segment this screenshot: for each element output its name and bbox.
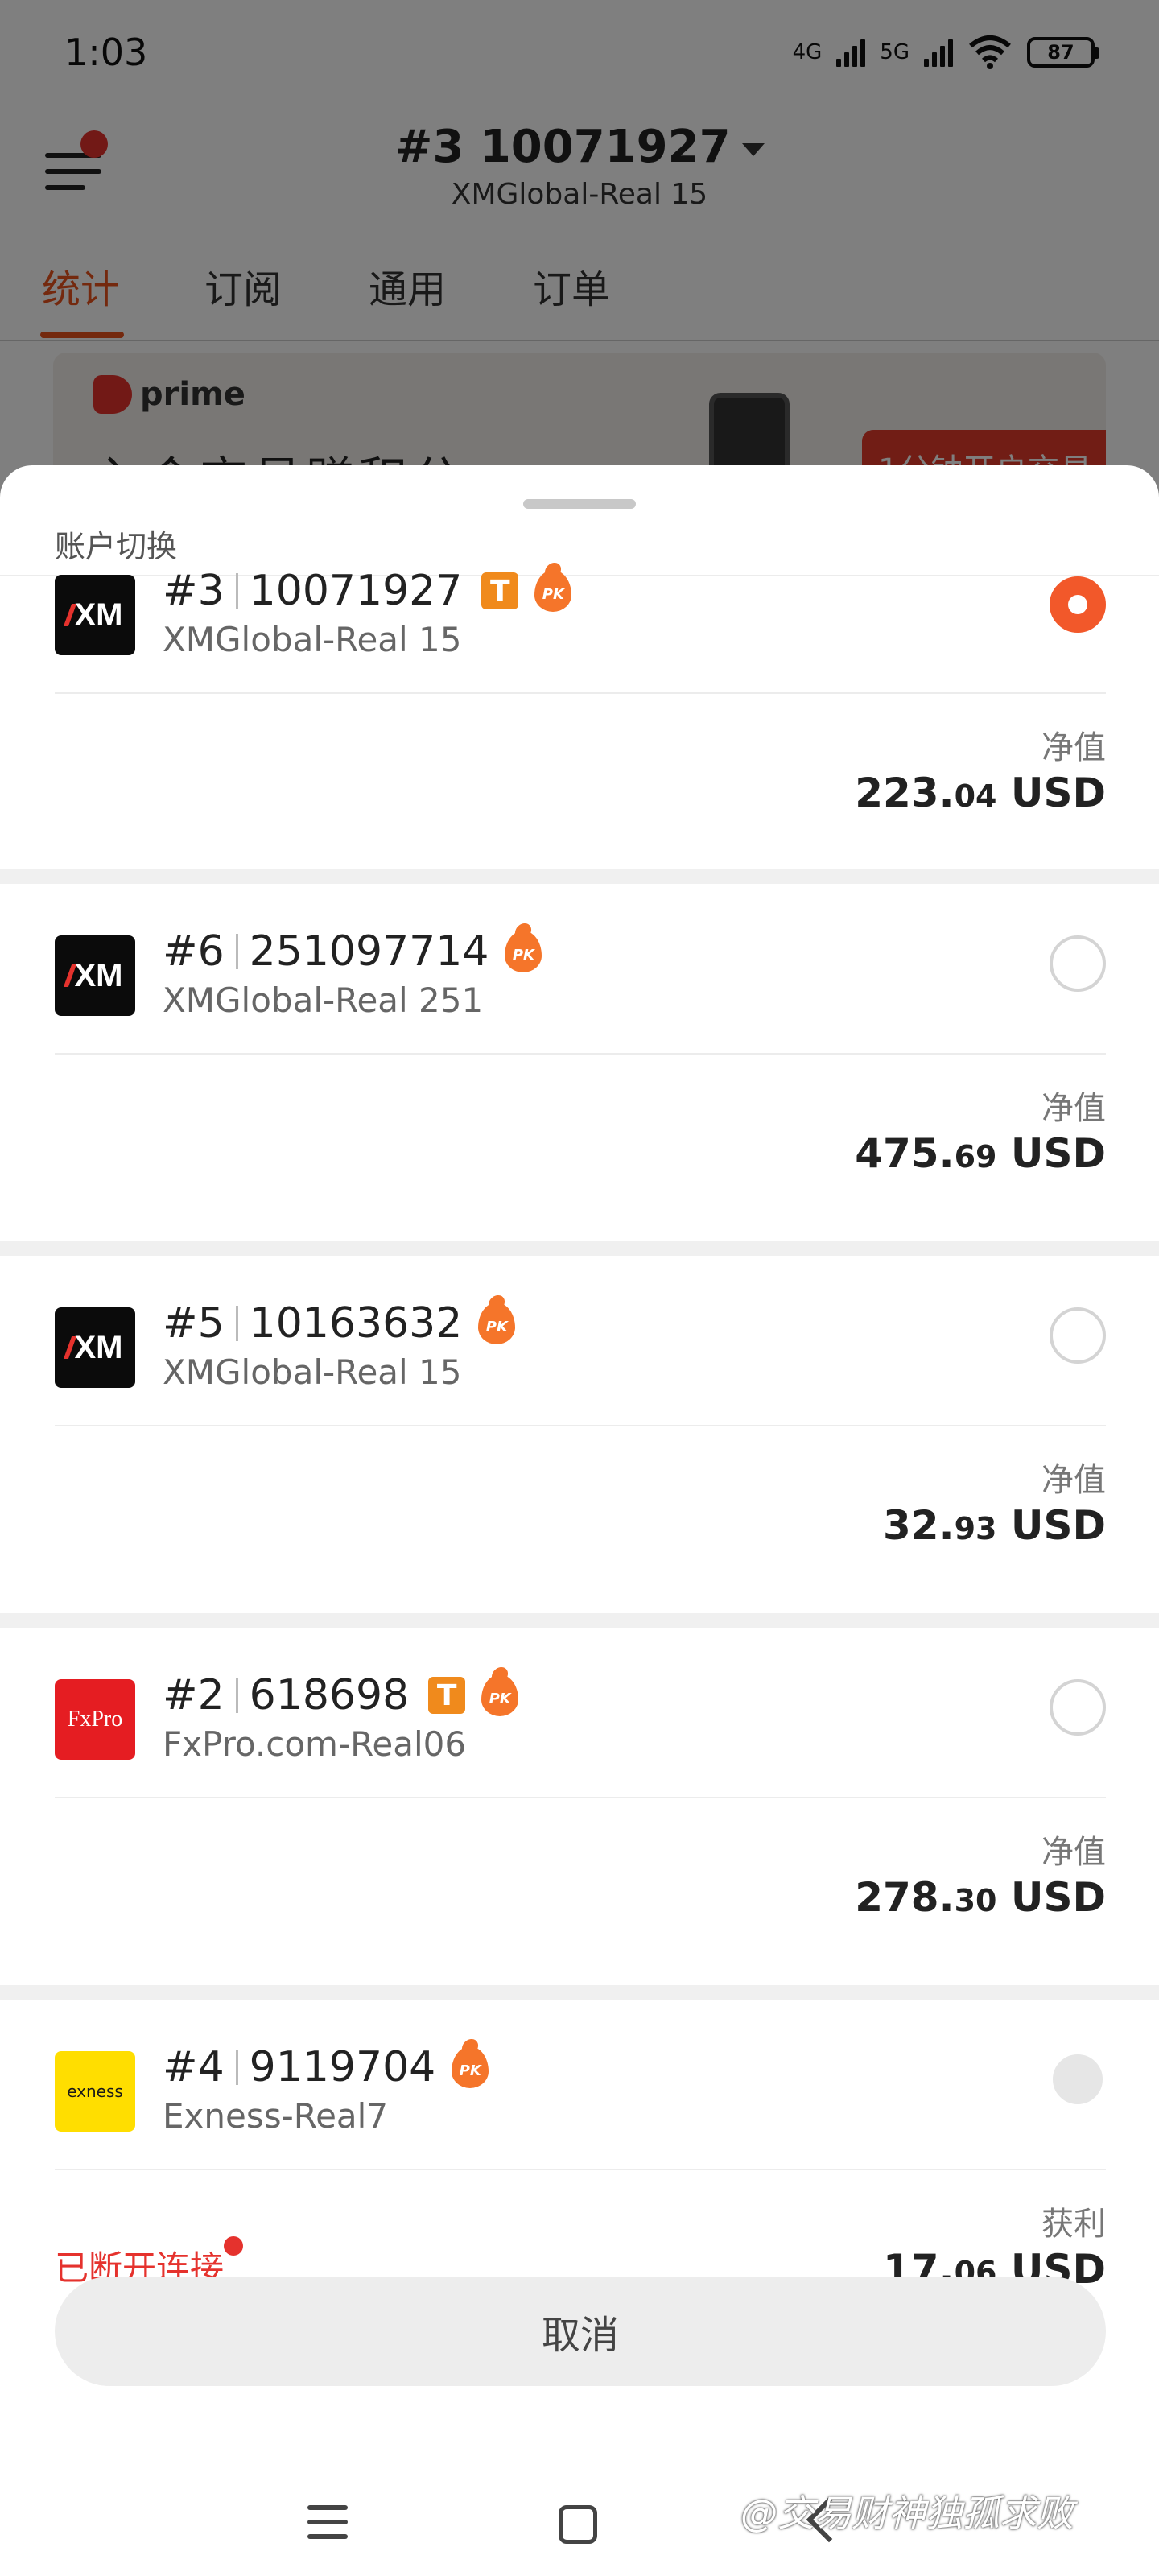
equity-value: 32.93 USD bbox=[883, 1502, 1106, 1549]
fxpro-logo-icon: FxPro bbox=[55, 1679, 135, 1760]
equity-value: 278.30 USD bbox=[855, 1874, 1106, 1921]
pk-flame-icon: PK bbox=[452, 2046, 489, 2088]
pk-flame-icon: PK bbox=[505, 931, 542, 972]
equity-label: 获利 bbox=[1041, 2206, 1106, 2243]
t-badge-icon: T bbox=[481, 572, 519, 609]
equity-label: 净值 bbox=[1041, 1834, 1106, 1871]
error-dot-icon bbox=[224, 2236, 243, 2256]
account-server: XMGlobal-Real 15 bbox=[163, 1352, 462, 1392]
account-server: FxPro.com-Real06 bbox=[163, 1724, 467, 1764]
xm-logo-icon: XM bbox=[55, 935, 135, 1016]
sheet-title: 账户切换 bbox=[55, 529, 178, 564]
account-number: 10071927 bbox=[249, 567, 463, 615]
sheet-handle[interactable] bbox=[523, 499, 636, 509]
account-index: #3 bbox=[163, 567, 225, 615]
account-index: #6 bbox=[163, 927, 225, 976]
account-number: 9119704 bbox=[249, 2043, 436, 2091]
account-index: #5 bbox=[163, 1299, 225, 1348]
account-radio[interactable] bbox=[1050, 1679, 1106, 1736]
xm-logo-icon: XM bbox=[55, 1307, 135, 1388]
home-icon[interactable] bbox=[559, 2505, 597, 2544]
account-radio[interactable] bbox=[1053, 2054, 1103, 2104]
equity-label: 净值 bbox=[1041, 729, 1106, 766]
account-radio[interactable] bbox=[1050, 935, 1106, 992]
account-item[interactable]: XM #5 10163632 PK XMGlobal-Real 15 净值 32… bbox=[0, 1256, 1159, 1613]
account-index: #4 bbox=[163, 2043, 225, 2091]
equity-label: 净值 bbox=[1041, 1462, 1106, 1499]
equity-value: 475.69 USD bbox=[855, 1130, 1106, 1177]
pk-flame-icon: PK bbox=[478, 1302, 516, 1344]
account-number: 251097714 bbox=[249, 927, 489, 976]
account-switch-sheet: 账户切换 XM #3 10071927 T PK XMGlobal-Real 1… bbox=[0, 465, 1159, 2576]
recents-icon[interactable] bbox=[307, 2505, 348, 2541]
pk-flame-icon: PK bbox=[534, 570, 572, 612]
xm-logo-icon: XM bbox=[55, 575, 135, 655]
account-number: 618698 bbox=[249, 1671, 410, 1719]
watermark: @交易财神独孤求败 bbox=[740, 2491, 1074, 2535]
t-badge-icon: T bbox=[428, 1677, 466, 1714]
account-number: 10163632 bbox=[249, 1299, 463, 1348]
cancel-button[interactable]: 取消 bbox=[55, 2277, 1106, 2386]
equity-label: 净值 bbox=[1041, 1090, 1106, 1127]
account-radio[interactable] bbox=[1050, 576, 1106, 633]
account-list: XM #3 10071927 T PK XMGlobal-Real 15 净值 … bbox=[0, 567, 1159, 2357]
pk-flame-icon: PK bbox=[481, 1674, 519, 1716]
account-item[interactable]: FxPro #2 618698 T PK FxPro.com-Real06 净值… bbox=[0, 1628, 1159, 1985]
account-index: #2 bbox=[163, 1671, 225, 1719]
exness-logo-icon: exness bbox=[55, 2051, 135, 2132]
account-server: XMGlobal-Real 15 bbox=[163, 620, 462, 659]
account-radio[interactable] bbox=[1050, 1307, 1106, 1364]
account-item[interactable]: XM #3 10071927 T PK XMGlobal-Real 15 净值 … bbox=[0, 567, 1159, 869]
equity-value: 223.04 USD bbox=[855, 770, 1106, 816]
account-item[interactable]: XM #6 251097714 PK XMGlobal-Real 251 净值 … bbox=[0, 884, 1159, 1241]
account-server: XMGlobal-Real 251 bbox=[163, 980, 484, 1020]
account-server: Exness-Real7 bbox=[163, 2096, 389, 2136]
